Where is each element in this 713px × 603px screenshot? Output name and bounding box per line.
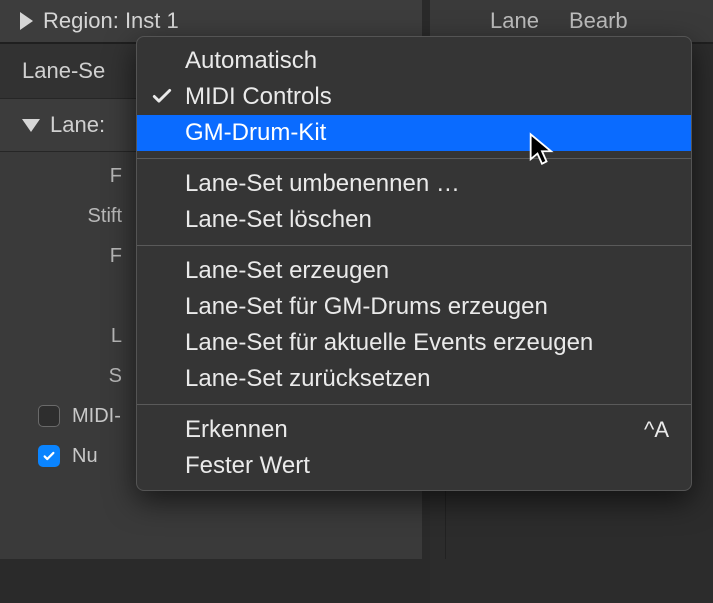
menu-item-detect[interactable]: Erkennen ^A	[137, 412, 691, 448]
menu-item-label: Lane-Set für aktuelle Events erzeugen	[185, 329, 593, 357]
param-label: L	[111, 325, 122, 348]
menu-item-label: Erkennen	[185, 416, 288, 444]
lane-label: Lane:	[50, 112, 105, 138]
param-label: F	[110, 245, 122, 268]
menu-item-label: Lane-Set umbenennen …	[185, 170, 460, 198]
menu-item-gm-drum-kit[interactable]: GM-Drum-Kit	[137, 115, 691, 151]
disclosure-right-icon	[20, 12, 33, 30]
menu-item-label: MIDI Controls	[185, 83, 332, 111]
lane-set-menu: Automatisch MIDI Controls GM-Drum-Kit La…	[136, 36, 692, 491]
menu-item-rename-lane-set[interactable]: Lane-Set umbenennen …	[137, 166, 691, 202]
menu-item-label: Lane-Set erzeugen	[185, 257, 389, 285]
menu-item-create-gm-drums-lane-set[interactable]: Lane-Set für GM-Drums erzeugen	[137, 289, 691, 325]
menu-item-label: Lane-Set für GM-Drums erzeugen	[185, 293, 548, 321]
menu-item-reset-lane-set[interactable]: Lane-Set zurücksetzen	[137, 361, 691, 397]
menu-separator	[137, 158, 691, 159]
checkbox-label: Nu	[72, 445, 98, 468]
menu-separator	[137, 245, 691, 246]
param-label: Stift	[88, 205, 122, 228]
menu-item-delete-lane-set[interactable]: Lane-Set löschen	[137, 202, 691, 238]
menu-item-midi-controls[interactable]: MIDI Controls	[137, 79, 691, 115]
check-icon	[151, 85, 173, 107]
menu-item-label: Lane-Set zurücksetzen	[185, 365, 430, 393]
menu-item-label: Automatisch	[185, 47, 317, 75]
checkbox-label: MIDI-	[72, 405, 121, 428]
menu-shortcut: ^A	[644, 417, 669, 443]
tab-edit[interactable]: Bearb	[569, 8, 628, 34]
menu-item-automatisch[interactable]: Automatisch	[137, 43, 691, 79]
param-label: F	[110, 165, 122, 188]
menu-item-create-lane-set[interactable]: Lane-Set erzeugen	[137, 253, 691, 289]
menu-item-create-current-events-lane-set[interactable]: Lane-Set für aktuelle Events erzeugen	[137, 325, 691, 361]
checkbox[interactable]	[38, 405, 60, 427]
checkbox[interactable]	[38, 445, 60, 467]
disclosure-down-icon	[22, 119, 40, 132]
menu-item-fixed-value[interactable]: Fester Wert	[137, 448, 691, 484]
region-label: Region: Inst 1	[43, 8, 179, 34]
menu-item-label: Lane-Set löschen	[185, 206, 372, 234]
tab-lane[interactable]: Lane	[490, 8, 539, 34]
menu-item-label: GM-Drum-Kit	[185, 119, 326, 147]
lane-set-label: Lane-Se	[22, 58, 105, 84]
param-label: S	[109, 365, 122, 388]
menu-item-label: Fester Wert	[185, 452, 310, 480]
menu-separator	[137, 404, 691, 405]
